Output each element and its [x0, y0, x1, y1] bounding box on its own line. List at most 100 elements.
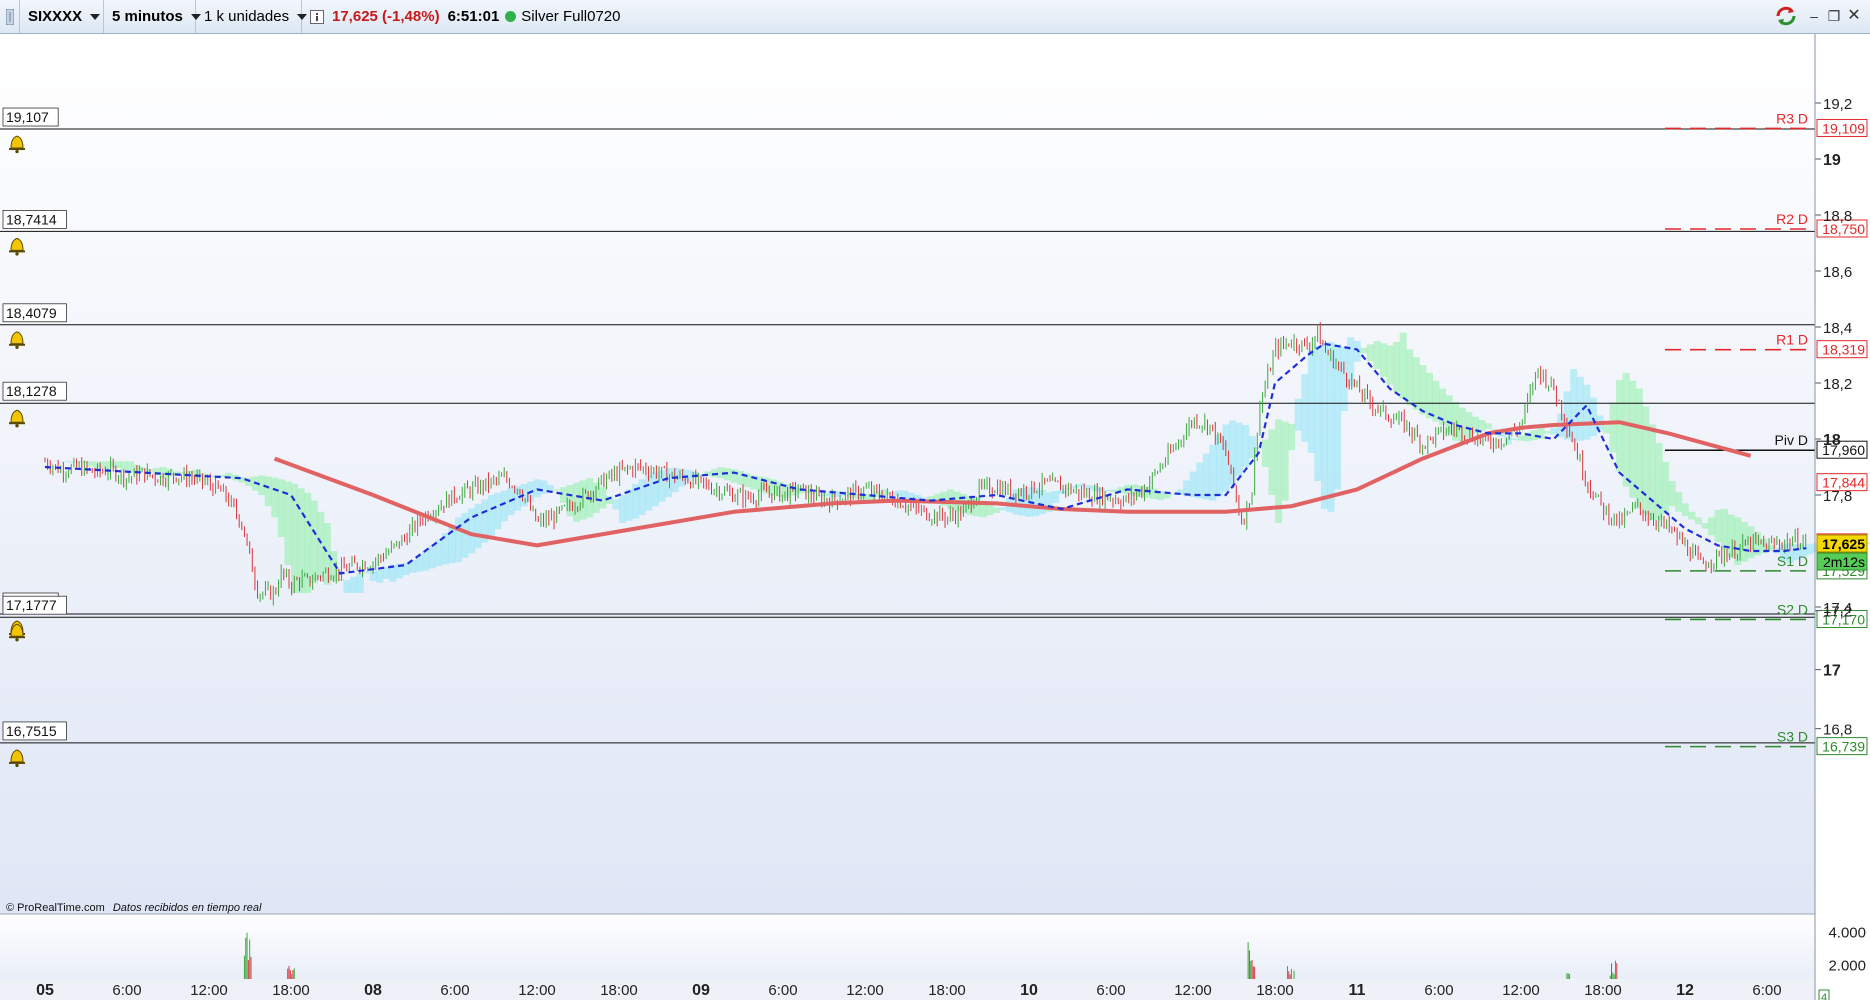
cloud-segment — [323, 523, 331, 585]
menu-handle-icon[interactable] — [0, 0, 20, 33]
volume-tick-label: 2.000 — [1828, 958, 1866, 975]
instrument-selector[interactable]: SIXXXX — [20, 0, 104, 33]
y-tick-label: 17,2 — [1823, 604, 1852, 621]
pivot-tag-text: 19,109 — [1822, 120, 1865, 136]
cloud-segment — [271, 477, 279, 518]
cloud-segment — [809, 492, 817, 494]
cloud-segment — [1393, 341, 1401, 392]
cloud-segment — [992, 507, 1000, 513]
cloud-segment — [1635, 388, 1643, 509]
x-tick-label: 6:00 — [1096, 982, 1125, 999]
cloud-segment — [1104, 489, 1112, 491]
x-tick-label: 6:00 — [112, 982, 141, 999]
x-tick-label: 10 — [1020, 982, 1038, 999]
cloud-segment — [1425, 372, 1433, 419]
cloud-segment — [87, 461, 95, 467]
cloud-segment — [559, 487, 568, 503]
cloud-segment — [638, 479, 646, 516]
alert-value-label: 19,107 — [2, 107, 59, 127]
timeframe-label: 5 minutos — [112, 8, 183, 25]
cloud-segment — [1307, 349, 1315, 453]
units-label: 1 k unidades — [204, 8, 290, 25]
cloud-segment — [113, 461, 121, 469]
pivot-name: Piv D — [1775, 432, 1808, 448]
sync-icon[interactable] — [1774, 5, 1798, 27]
x-tick-label: 6:00 — [768, 982, 797, 999]
y-tick-label: 18,6 — [1823, 264, 1852, 281]
credit-source: © ProRealTime.com — [6, 902, 105, 914]
cloud-segment — [1609, 402, 1617, 453]
chevron-down-icon — [90, 13, 101, 20]
cloud-segment — [1268, 429, 1276, 495]
cloud-segment — [350, 576, 358, 593]
cloud-segment — [1366, 344, 1374, 362]
cloud-segment — [553, 489, 561, 491]
pivot-tag-text: 18,319 — [1822, 342, 1865, 358]
cloud-segment — [1740, 521, 1748, 562]
restore-icon[interactable]: ❐ — [1826, 8, 1842, 24]
cloud-segment — [310, 500, 318, 584]
cloud-segment — [1209, 444, 1217, 501]
credit-text: © ProRealTime.com Datos recibidos en tie… — [6, 902, 262, 914]
chart-toolbar: SIXXXX 5 minutos 1 k unidades 17,625 (-1… — [0, 0, 1870, 34]
cloud-segment — [1701, 523, 1709, 529]
cloud-segment — [540, 480, 548, 494]
close-icon[interactable]: ✕ — [1846, 8, 1862, 24]
cloud-segment — [1097, 487, 1105, 492]
cloud-segment — [1668, 481, 1676, 507]
cloud-segment — [966, 496, 974, 516]
units-selector[interactable]: 1 k unidades — [196, 0, 308, 33]
cloud-segment — [1301, 374, 1309, 442]
realtime-status-icon — [505, 11, 517, 22]
cloud-segment — [376, 569, 384, 583]
cloud-segment — [474, 503, 482, 549]
x-tick-label: 12:00 — [846, 982, 884, 999]
cloud-segment — [664, 468, 672, 498]
cloud-segment — [1202, 453, 1210, 500]
cloud-segment — [100, 461, 108, 469]
current-price-text: 17,625 — [1822, 536, 1865, 552]
minimize-icon[interactable]: – — [1806, 8, 1822, 24]
x-tick-label: 08 — [364, 982, 382, 999]
cloud-segment — [1681, 503, 1689, 516]
account-label: Silver Full0720 — [521, 8, 621, 25]
cloud-segment — [507, 488, 515, 516]
x-tick-label: 12:00 — [1502, 982, 1540, 999]
cloud-segment — [1360, 347, 1368, 354]
volume-tick-label: 4.000 — [1828, 924, 1866, 941]
timeframe-selector[interactable]: 5 minutos — [104, 0, 201, 33]
cloud-segment — [1084, 484, 1092, 489]
x-tick-label: 12:00 — [190, 982, 228, 999]
x-tick-label: 05 — [36, 982, 54, 999]
x-tick-label: 18:00 — [928, 982, 966, 999]
y-tick-label: 19 — [1823, 152, 1841, 169]
cloud-segment — [1662, 461, 1670, 514]
pivot-tag-text: 16,739 — [1822, 739, 1865, 755]
cloud-segment — [1071, 486, 1079, 488]
cloud-segment — [1189, 471, 1197, 498]
cloud-segment — [1406, 349, 1414, 406]
x-tick-label: 18:00 — [600, 982, 638, 999]
price-panel-background — [0, 34, 1815, 914]
info-icon[interactable] — [310, 9, 324, 24]
realtime-note: Datos recibidos en tiempo real — [113, 902, 262, 914]
x-tick-label: 6:00 — [440, 982, 469, 999]
cloud-segment — [297, 488, 305, 593]
cloud-segment — [533, 479, 541, 498]
cloud-segment — [822, 492, 830, 497]
cloud-segment — [494, 492, 502, 530]
pivot-name: S1 D — [1777, 553, 1808, 569]
y-tick-label: 17 — [1823, 663, 1841, 680]
cloud-segment — [1196, 462, 1204, 499]
alert-label-text: 17,1777 — [6, 597, 57, 613]
cloud-segment — [1019, 488, 1027, 516]
cloud-segment — [1320, 342, 1328, 509]
alert-value-label: 16,7515 — [2, 721, 67, 741]
y-tick-label: 16,8 — [1823, 722, 1852, 739]
price-chart[interactable]: 19,10718,741418,407918,127817,37517,1777… — [0, 34, 1870, 1000]
cloud-segment — [1622, 372, 1630, 487]
alert-label-text: 16,7515 — [6, 723, 57, 739]
cloud-segment — [1058, 489, 1066, 494]
cloud-segment — [1517, 435, 1525, 441]
cloud-segment — [756, 476, 764, 492]
